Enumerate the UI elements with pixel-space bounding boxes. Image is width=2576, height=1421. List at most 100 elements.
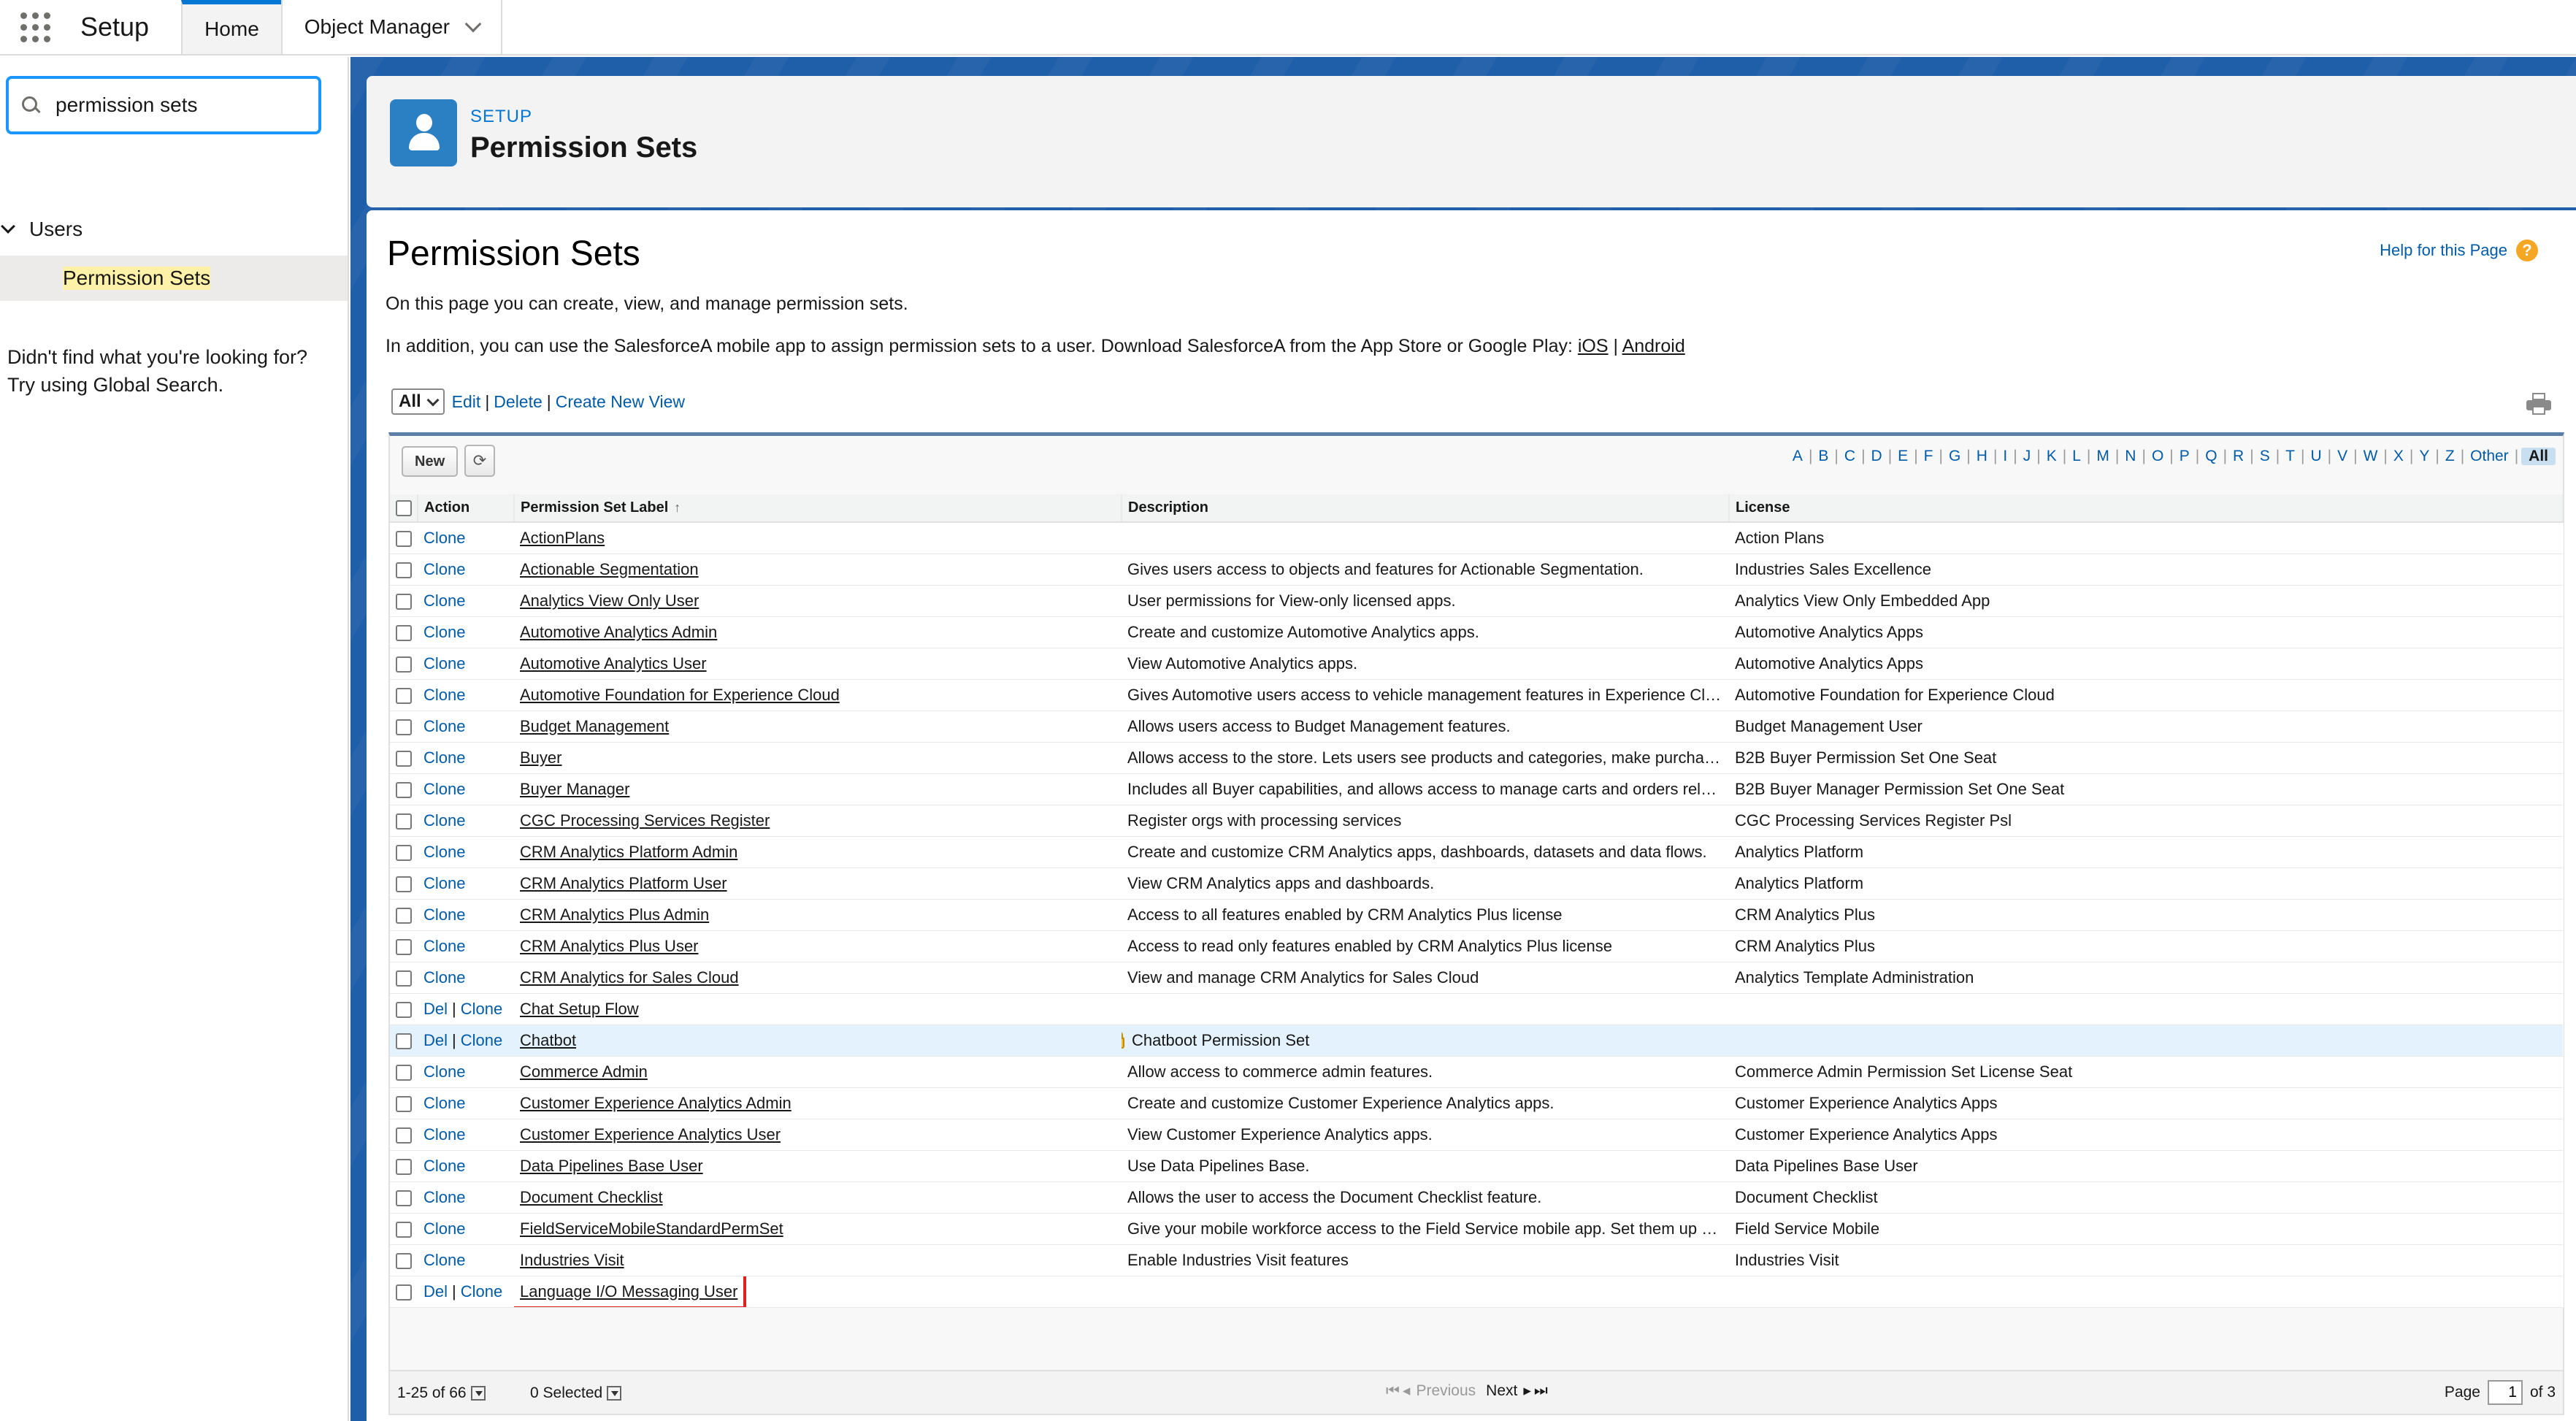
next-page-link[interactable]: Next	[1486, 1382, 1517, 1400]
row-checkbox[interactable]	[396, 876, 412, 892]
next-page-icon[interactable]: ▸	[1523, 1382, 1531, 1400]
edit-view-link[interactable]: Edit	[452, 392, 481, 412]
clone-link[interactable]: Clone	[423, 780, 465, 798]
last-page-icon[interactable]: ⏭	[1534, 1382, 1548, 1400]
alphabet-filter-i[interactable]: I	[2000, 448, 2010, 465]
app-launcher-button[interactable]	[0, 0, 70, 54]
permission-set-link[interactable]: Document Checklist	[520, 1188, 663, 1206]
row-checkbox[interactable]	[396, 1033, 412, 1049]
alphabet-filter-t[interactable]: T	[2282, 448, 2298, 465]
permission-set-link[interactable]: Analytics View Only User	[520, 591, 699, 610]
clone-link[interactable]: Clone	[423, 717, 465, 735]
row-checkbox[interactable]	[396, 1221, 412, 1238]
dropdown-icon[interactable]	[470, 1386, 486, 1401]
alphabet-filter-y[interactable]: Y	[2416, 448, 2432, 465]
column-header-description[interactable]: Description	[1122, 494, 1730, 523]
alphabet-filter-s[interactable]: S	[2257, 448, 2273, 465]
alphabet-filter-b[interactable]: B	[1815, 448, 1831, 465]
permission-set-link[interactable]: Customer Experience Analytics Admin	[520, 1094, 791, 1112]
clone-link[interactable]: Clone	[423, 623, 465, 641]
clone-link[interactable]: Clone	[423, 937, 465, 955]
tree-node-users[interactable]: Users	[0, 218, 83, 241]
row-checkbox[interactable]	[396, 938, 412, 955]
quick-find-input[interactable]	[55, 93, 318, 117]
clone-link[interactable]: Clone	[423, 748, 465, 767]
alphabet-filter-x[interactable]: X	[2391, 448, 2407, 465]
clone-link[interactable]: Clone	[423, 686, 465, 704]
alphabet-filter-v[interactable]: V	[2334, 448, 2350, 465]
clone-link[interactable]: Clone	[423, 529, 465, 547]
tab-object-manager[interactable]: Object Manager	[280, 0, 502, 54]
permission-set-link[interactable]: ActionPlans	[520, 529, 605, 547]
permission-set-link[interactable]: Data Pipelines Base User	[520, 1157, 703, 1175]
row-checkbox[interactable]	[396, 624, 412, 641]
permission-set-link[interactable]: Language I/O Messaging User	[514, 1276, 747, 1306]
delete-link[interactable]: Del	[423, 1000, 448, 1018]
view-select[interactable]: All	[391, 388, 445, 415]
row-checkbox[interactable]	[396, 593, 412, 610]
permission-set-link[interactable]: CRM Analytics for Sales Cloud	[520, 968, 739, 987]
permission-set-link[interactable]: Actionable Segmentation	[520, 560, 699, 578]
clone-link[interactable]: Clone	[423, 654, 465, 673]
permission-set-link[interactable]: Automotive Foundation for Experience Clo…	[520, 686, 840, 704]
permission-set-link[interactable]: CRM Analytics Plus User	[520, 937, 699, 955]
row-checkbox[interactable]	[396, 1064, 412, 1081]
row-checkbox[interactable]	[396, 781, 412, 798]
alphabet-filter-q[interactable]: Q	[2202, 448, 2220, 465]
alphabet-filter-k[interactable]: K	[2044, 448, 2060, 465]
row-checkbox[interactable]	[396, 1284, 412, 1301]
row-checkbox[interactable]	[396, 1001, 412, 1018]
alphabet-filter-d[interactable]: D	[1868, 448, 1885, 465]
alphabet-filter-l[interactable]: L	[2069, 448, 2084, 465]
alphabet-filter-o[interactable]: O	[2149, 448, 2166, 465]
row-checkbox[interactable]	[396, 719, 412, 735]
create-view-link[interactable]: Create New View	[556, 392, 685, 412]
printer-icon[interactable]	[2526, 393, 2551, 415]
alphabet-filter-all[interactable]: All	[2521, 448, 2556, 465]
permission-set-link[interactable]: Industries Visit	[520, 1251, 624, 1269]
alphabet-filter-g[interactable]: G	[1946, 448, 1963, 465]
page-number-input[interactable]	[2487, 1380, 2523, 1405]
row-checkbox[interactable]	[396, 562, 412, 578]
dropdown-icon[interactable]	[607, 1386, 622, 1401]
android-link[interactable]: Android	[1622, 336, 1685, 356]
permission-set-link[interactable]: CGC Processing Services Register	[520, 811, 770, 830]
row-checkbox[interactable]	[396, 1127, 412, 1144]
clone-link[interactable]: Clone	[423, 1188, 465, 1206]
permission-set-link[interactable]: CRM Analytics Platform Admin	[520, 843, 737, 861]
alphabet-filter-n[interactable]: N	[2122, 448, 2139, 465]
alphabet-filter-a[interactable]: A	[1790, 448, 1806, 465]
chevron-down-icon[interactable]	[464, 15, 482, 33]
row-checkbox[interactable]	[396, 970, 412, 987]
permission-set-link[interactable]: CRM Analytics Platform User	[520, 874, 727, 892]
permission-set-link[interactable]: FieldServiceMobileStandardPermSet	[520, 1219, 783, 1238]
refresh-button[interactable]: ⟳	[464, 445, 495, 477]
row-checkbox[interactable]	[396, 1158, 412, 1175]
row-checkbox[interactable]	[396, 656, 412, 673]
permission-set-link[interactable]: Automotive Analytics Admin	[520, 623, 717, 641]
clone-link[interactable]: Clone	[423, 591, 465, 610]
permission-set-link[interactable]: Budget Management	[520, 717, 669, 735]
record-range[interactable]: 1-25 of 66	[397, 1384, 486, 1402]
row-checkbox[interactable]	[396, 844, 412, 861]
row-checkbox[interactable]	[396, 687, 412, 704]
row-checkbox[interactable]	[396, 1095, 412, 1112]
alphabet-filter-j[interactable]: J	[2020, 448, 2034, 465]
new-button[interactable]: New	[402, 446, 459, 477]
clone-link[interactable]: Clone	[423, 905, 465, 924]
clone-link[interactable]: Clone	[423, 1251, 465, 1269]
alphabet-filter-u[interactable]: U	[2307, 448, 2324, 465]
row-checkbox[interactable]	[396, 813, 412, 830]
alphabet-filter-p[interactable]: P	[2177, 448, 2193, 465]
previous-page-link[interactable]: Previous	[1416, 1382, 1476, 1400]
clone-link[interactable]: Clone	[423, 968, 465, 987]
column-header-license[interactable]: License	[1729, 494, 2564, 523]
clone-link[interactable]: Clone	[423, 1157, 465, 1175]
clone-link[interactable]: Clone	[461, 1000, 502, 1018]
permission-set-link[interactable]: Chatbot	[520, 1031, 576, 1049]
column-header-label[interactable]: Permission Set Label ↑	[514, 494, 1122, 523]
clone-link[interactable]: Clone	[423, 1094, 465, 1112]
clone-link[interactable]: Clone	[461, 1031, 502, 1049]
tab-home[interactable]: Home	[181, 0, 281, 54]
previous-page-icon[interactable]: ◂	[1403, 1382, 1411, 1400]
